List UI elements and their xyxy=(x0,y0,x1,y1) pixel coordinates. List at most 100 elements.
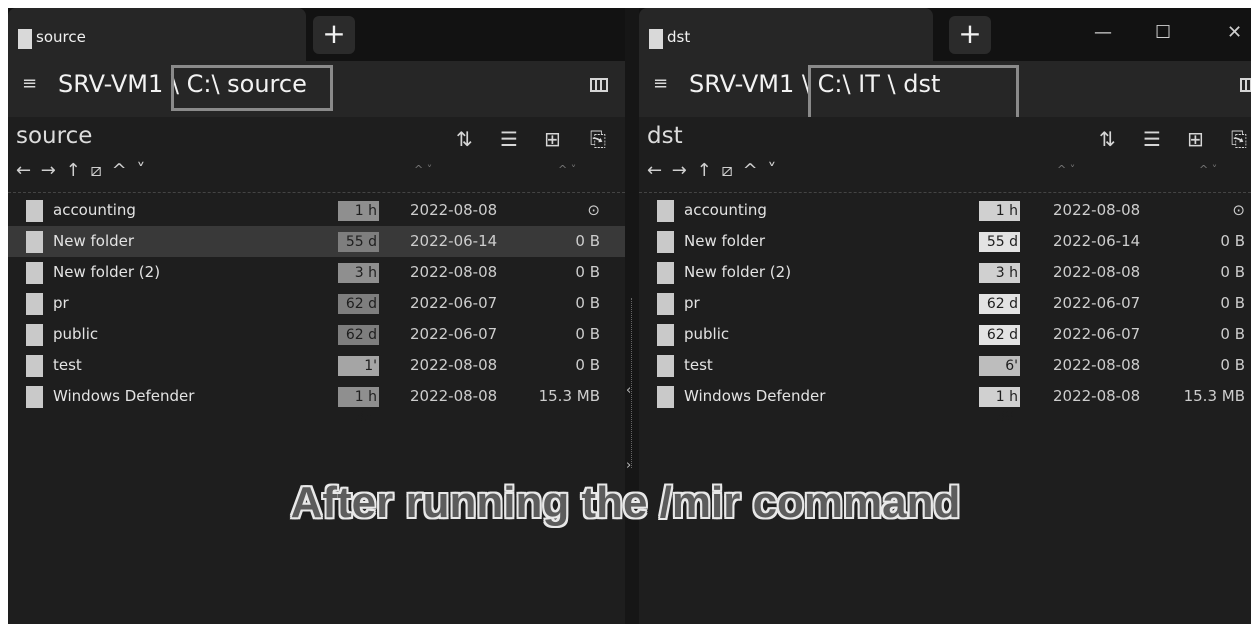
age-badge: 3 h 30' xyxy=(979,263,1020,301)
expand-icon[interactable]: ⊞ xyxy=(544,127,561,151)
age-badge: 1 h 33' xyxy=(338,201,379,239)
list-item[interactable]: pr 62 d 2022-06-07 0 B xyxy=(8,288,625,319)
list-item[interactable]: accounting 1 h 38' 2022-08-08 ⊙ xyxy=(639,195,1251,239)
menu-icon[interactable]: ≡ xyxy=(653,73,668,94)
file-size: 0 B xyxy=(575,294,600,312)
chevron-left-icon[interactable]: ‹ xyxy=(626,383,631,398)
file-size: ⊙ xyxy=(587,201,600,219)
file-name: accounting xyxy=(53,201,136,219)
new-tab-button[interactable]: + xyxy=(949,16,991,54)
file-name: New folder xyxy=(53,232,135,250)
file-size: 0 B xyxy=(575,325,600,343)
columns-view-icon[interactable] xyxy=(590,78,608,92)
file-size: 0 B xyxy=(1220,294,1245,312)
maximize-button[interactable]: ☐ xyxy=(1155,22,1171,43)
list-item[interactable]: accounting 1 h 33' 2022-08-08 ⊙ xyxy=(8,195,625,239)
navigation-buttons[interactable]: ← → ↑ ⧄ ^ ˅ xyxy=(647,160,778,181)
list-item[interactable]: New folder 55 d 2022-06-14 0 B xyxy=(639,226,1251,257)
list-item[interactable]: pr 62 d 2022-06-07 0 B xyxy=(639,288,1251,319)
tab-source[interactable]: source xyxy=(8,8,306,61)
address-bar[interactable]: ≡ SRV-VM1 \ C:\ source xyxy=(8,61,625,117)
folder-icon xyxy=(26,293,43,315)
age-badge: 1 h 38' xyxy=(979,387,1020,425)
tab-bar: source + xyxy=(8,8,625,61)
folder-icon xyxy=(657,231,674,253)
age-badge: 62 d xyxy=(338,294,379,314)
list-item[interactable]: public 62 d 2022-06-07 0 B xyxy=(639,319,1251,350)
folder-icon xyxy=(18,29,32,49)
new-tab-button[interactable]: + xyxy=(313,16,355,54)
file-size: 0 B xyxy=(1220,232,1245,250)
folder-icon xyxy=(657,324,674,346)
modified-date: 2022-08-08 xyxy=(1053,356,1141,374)
overlay-caption: After running the /mir command xyxy=(290,478,961,527)
folder-icon xyxy=(657,262,674,284)
list-item[interactable]: Windows Defender 1 h 38' 2022-08-08 15.3 MB xyxy=(639,381,1251,425)
modified-date: 2022-06-07 xyxy=(410,325,498,343)
folder-icon xyxy=(26,231,43,253)
sort-icon[interactable]: ⇅ xyxy=(1099,127,1116,151)
paste-icon[interactable]: ⎘ xyxy=(590,127,606,151)
list-item[interactable]: test 6' 2022-08-08 0 B xyxy=(639,350,1251,381)
modified-date: 2022-08-08 xyxy=(410,387,498,405)
sort-arrows-icon[interactable]: ^ ˅ xyxy=(558,163,576,176)
file-name: pr xyxy=(53,294,69,312)
details-view-icon[interactable]: ☰ xyxy=(1143,127,1161,151)
modified-date: 2022-08-08 xyxy=(1053,263,1141,281)
list-item[interactable]: New folder 55 d 2022-06-14 0 B xyxy=(8,226,625,257)
file-name: New folder (2) xyxy=(684,263,792,281)
navigation-buttons[interactable]: ← → ↑ ⧄ ^ ˅ xyxy=(16,160,147,181)
file-size: ⊙ xyxy=(1232,201,1245,219)
list-item[interactable]: New folder (2) 3 h 30' 2022-08-08 0 B xyxy=(639,257,1251,301)
file-size: 0 B xyxy=(575,263,600,281)
details-view-icon[interactable]: ☰ xyxy=(500,127,518,151)
close-button[interactable]: ✕ xyxy=(1227,22,1242,43)
age-badge: 62 d xyxy=(979,325,1020,345)
right-pane-window: dst + — ☐ ✕ ≡ SRV-VM1 \ C:\ IT \ dst dst… xyxy=(639,8,1251,624)
list-item[interactable]: test 1' 2022-08-08 0 B xyxy=(8,350,625,381)
sort-arrows-icon[interactable]: ^ ˅ xyxy=(1199,163,1217,176)
divider xyxy=(8,192,625,193)
address-bar[interactable]: ≡ SRV-VM1 \ C:\ IT \ dst xyxy=(639,61,1251,127)
age-badge: 1 h 33' xyxy=(338,387,379,425)
file-name: New folder (2) xyxy=(53,263,161,281)
chevron-right-icon[interactable]: › xyxy=(626,458,631,473)
file-size: 0 B xyxy=(575,232,600,250)
splitter-grip xyxy=(631,298,633,468)
file-size: 0 B xyxy=(575,356,600,374)
folder-icon xyxy=(657,386,674,408)
pane-splitter[interactable]: ‹ › xyxy=(625,8,639,624)
sort-arrows-icon[interactable]: ^ ˅ xyxy=(414,163,432,176)
age-badge: 6' xyxy=(979,356,1020,376)
file-name: test xyxy=(684,356,713,374)
list-item[interactable]: New folder (2) 3 h 25' 2022-08-08 0 B xyxy=(8,257,625,301)
file-name: Windows Defender xyxy=(53,387,195,405)
modified-date: 2022-08-08 xyxy=(1053,387,1141,405)
menu-icon[interactable]: ≡ xyxy=(22,73,37,94)
folder-icon xyxy=(26,386,43,408)
tab-label: source xyxy=(36,28,86,46)
folder-icon xyxy=(26,262,43,284)
file-name: public xyxy=(684,325,730,343)
columns-view-icon[interactable] xyxy=(1240,78,1251,92)
expand-icon[interactable]: ⊞ xyxy=(1187,127,1204,151)
age-badge: 55 d xyxy=(979,232,1020,252)
file-size: 0 B xyxy=(1220,263,1245,281)
file-name: public xyxy=(53,325,99,343)
minimize-button[interactable]: — xyxy=(1094,22,1112,43)
folder-icon xyxy=(657,293,674,315)
sort-icon[interactable]: ⇅ xyxy=(456,127,473,151)
folder-icon xyxy=(649,29,663,49)
tab-dst[interactable]: dst xyxy=(639,8,933,61)
age-badge: 3 h 25' xyxy=(338,263,379,301)
sort-arrows-icon[interactable]: ^ ˅ xyxy=(1057,163,1075,176)
highlight-box xyxy=(171,65,333,111)
list-item[interactable]: public 62 d 2022-06-07 0 B xyxy=(8,319,625,350)
folder-title: source xyxy=(16,123,93,149)
paste-icon[interactable]: ⎘ xyxy=(1231,127,1247,151)
file-name: test xyxy=(53,356,82,374)
folder-icon xyxy=(26,200,43,222)
folder-icon xyxy=(657,200,674,222)
file-size: 15.3 MB xyxy=(1183,387,1245,405)
list-item[interactable]: Windows Defender 1 h 33' 2022-08-08 15.3 MB xyxy=(8,381,625,425)
